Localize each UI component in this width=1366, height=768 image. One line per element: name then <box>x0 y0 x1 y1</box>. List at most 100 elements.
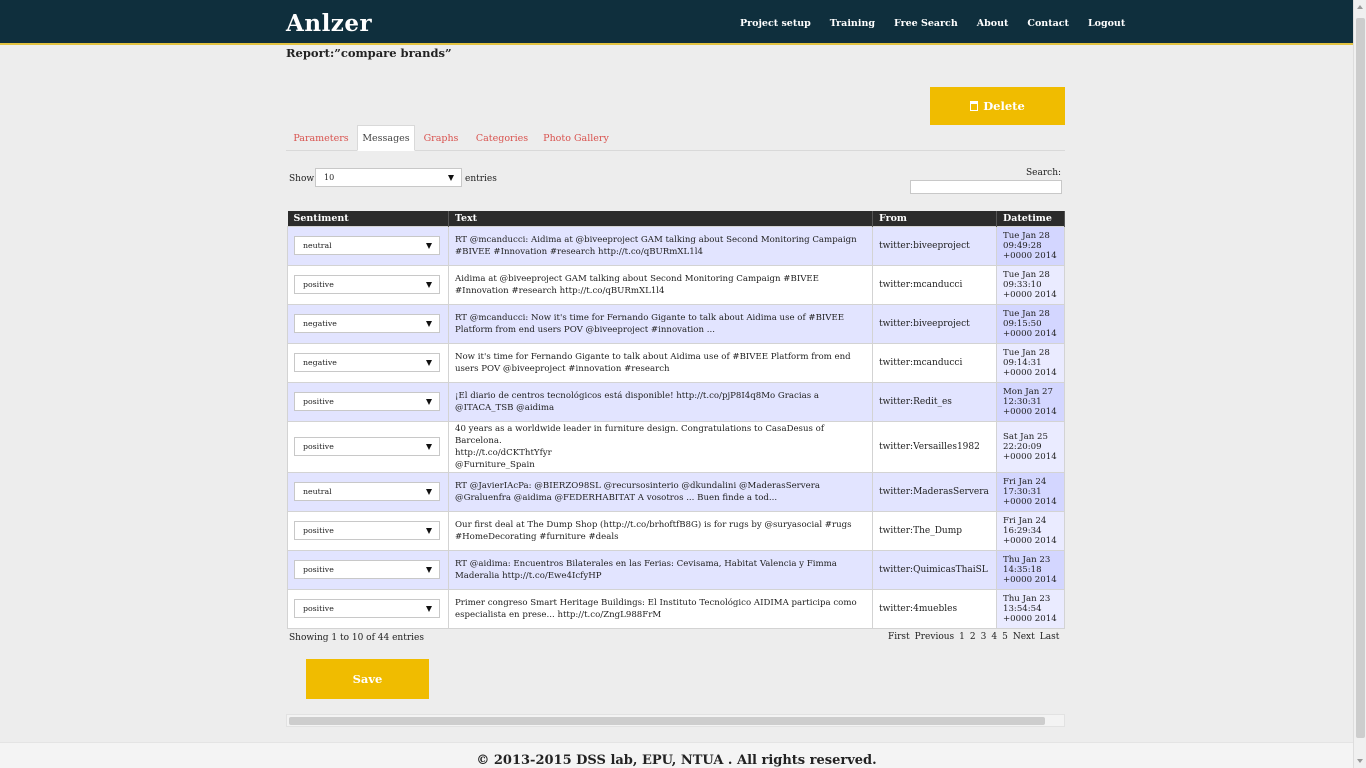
datetime-zone: +0000 2014 <box>1002 535 1057 546</box>
entries-label: entries <box>465 174 497 184</box>
delete-button-label: Delete <box>983 99 1025 113</box>
table-row: negative Now it's time for Fernando Gigan… <box>287 342 1066 383</box>
message-text: 40 years as a worldwide leader in furnit… <box>454 423 824 470</box>
datetime-cell: Tue Jan 28 09:14:31 +0000 2014 <box>995 342 1066 383</box>
scrollbar-thumb[interactable] <box>1356 18 1365 738</box>
message-text: RT @mcanducci: Now it's time for Fernand… <box>454 312 845 335</box>
datetime-zone: +0000 2014 <box>1002 496 1057 507</box>
datetime-cell: Fri Jan 24 16:29:34 +0000 2014 <box>995 510 1066 551</box>
from-cell: twitter:4muebles <box>872 588 997 629</box>
tab-photo-gallery[interactable]: Photo Gallery <box>540 125 612 151</box>
column-header-datetime[interactable]: Datetime <box>996 211 1066 226</box>
message-text: ¡El diario de centros tecnológicos está … <box>454 390 819 413</box>
page-previous[interactable]: Previous <box>915 632 954 642</box>
search-input[interactable] <box>910 180 1062 194</box>
text-cell: Aidima at @biveeproject GAM talking abou… <box>447 264 874 305</box>
sentiment-cell: positive <box>287 549 449 590</box>
datetime-cell: Tue Jan 28 09:15:50 +0000 2014 <box>995 303 1066 344</box>
vertical-scrollbar[interactable] <box>1353 0 1366 768</box>
from-cell: twitter:Versailles1982 <box>872 420 997 473</box>
page-3[interactable]: 3 <box>981 632 987 642</box>
message-text: Primer congreso Smart Heritage Buildings… <box>454 597 857 620</box>
scroll-up-icon[interactable] <box>1357 5 1363 9</box>
text-cell: RT @mcanducci: Aidima at @biveeproject G… <box>447 225 874 266</box>
datetime-zone: +0000 2014 <box>1002 289 1057 300</box>
datetime-cell: Fri Jan 24 17:30:31 +0000 2014 <box>995 471 1066 512</box>
text-cell: 40 years as a worldwide leader in furnit… <box>447 420 874 473</box>
horizontal-scrollbar-thumb[interactable] <box>289 717 1045 725</box>
sentiment-select[interactable]: positive <box>294 392 440 411</box>
sentiment-select[interactable]: neutral <box>294 236 440 255</box>
datetime-date: Thu Jan 23 <box>1002 554 1051 565</box>
column-header-sentiment[interactable]: Sentiment <box>287 211 449 226</box>
trash-icon <box>970 101 979 111</box>
datetime-zone: +0000 2014 <box>1002 451 1057 462</box>
top-navbar: Anlzer Project setup Training Free Searc… <box>0 0 1353 45</box>
column-header-text[interactable]: Text <box>448 211 874 226</box>
from-cell: twitter:QuimicasThaiSL <box>872 549 997 590</box>
sentiment-select[interactable]: negative <box>294 314 440 333</box>
sentiment-select[interactable]: negative <box>294 353 440 372</box>
entries-per-page-select[interactable]: 10 <box>315 168 462 187</box>
text-cell: Primer congreso Smart Heritage Buildings… <box>447 588 874 629</box>
text-cell: ¡El diario de centros tecnológicos está … <box>447 381 874 422</box>
sentiment-select[interactable]: positive <box>294 521 440 540</box>
column-header-from[interactable]: From <box>872 211 997 226</box>
datetime-zone: +0000 2014 <box>1002 574 1057 585</box>
tab-graphs[interactable]: Graphs <box>420 125 462 151</box>
app-logo[interactable]: Anlzer <box>286 10 372 37</box>
nav-training[interactable]: Training <box>830 18 875 29</box>
page-1[interactable]: 1 <box>959 632 965 642</box>
nav-project-setup[interactable]: Project setup <box>740 18 811 29</box>
datetime-date: Sat Jan 25 <box>1002 431 1048 442</box>
datetime-cell: Mon Jan 27 12:30:31 +0000 2014 <box>995 381 1066 422</box>
table-row: neutral RT @JavierIAcPa: @BIERZO98SL @rec… <box>287 471 1066 512</box>
datetime-time: 22:20:09 <box>1002 441 1042 452</box>
sentiment-select[interactable]: positive <box>294 599 440 618</box>
text-cell: Now it's time for Fernando Gigante to ta… <box>447 342 874 383</box>
sentiment-select[interactable]: positive <box>294 560 440 579</box>
sentiment-value: positive <box>303 526 334 535</box>
messages-table: Sentiment Text From Datetime neutral RT @… <box>287 211 1066 629</box>
chevron-down-icon <box>426 528 432 534</box>
message-text: RT @aidima: Encuentros Bilaterales en la… <box>454 558 837 581</box>
page-next[interactable]: Next <box>1013 632 1035 642</box>
page-2[interactable]: 2 <box>970 632 976 642</box>
nav-free-search[interactable]: Free Search <box>894 18 958 29</box>
from-cell: twitter:mcanducci <box>872 264 997 305</box>
datetime-zone: +0000 2014 <box>1002 406 1057 417</box>
sentiment-select[interactable]: positive <box>294 275 440 294</box>
save-button[interactable]: Save <box>306 659 429 699</box>
page-5[interactable]: 5 <box>1002 632 1008 642</box>
delete-button[interactable]: Delete <box>930 87 1065 125</box>
sentiment-cell: positive <box>287 420 449 473</box>
sentiment-cell: positive <box>287 588 449 629</box>
table-row: positive RT @aidima: Encuentros Bilateral… <box>287 549 1066 590</box>
sentiment-value: positive <box>303 604 334 613</box>
datetime-cell: Tue Jan 28 09:33:10 +0000 2014 <box>995 264 1066 305</box>
report-title: Report:”compare brands” <box>286 46 452 60</box>
sentiment-select[interactable]: neutral <box>294 482 440 501</box>
tab-messages[interactable]: Messages <box>357 125 415 151</box>
datetime-time: 16:29:34 <box>1002 525 1042 536</box>
datetime-time: 09:14:31 <box>1002 357 1042 368</box>
from-cell: twitter:biveeproject <box>872 303 997 344</box>
sentiment-select[interactable]: positive <box>294 437 440 456</box>
sentiment-cell: neutral <box>287 471 449 512</box>
datetime-date: Tue Jan 28 <box>1002 269 1050 280</box>
datetime-zone: +0000 2014 <box>1002 613 1057 624</box>
page-first[interactable]: First <box>888 632 910 642</box>
scroll-down-icon[interactable] <box>1357 759 1363 763</box>
datetime-cell: Thu Jan 23 14:35:18 +0000 2014 <box>995 549 1066 590</box>
nav-logout[interactable]: Logout <box>1088 18 1125 29</box>
tab-categories[interactable]: Categories <box>472 125 532 151</box>
datetime-cell: Sat Jan 25 22:20:09 +0000 2014 <box>995 420 1066 473</box>
nav-contact[interactable]: Contact <box>1027 18 1069 29</box>
datetime-time: 13:54:54 <box>1002 603 1042 614</box>
tab-parameters[interactable]: Parameters <box>286 125 356 151</box>
page-4[interactable]: 4 <box>991 632 997 642</box>
page-last[interactable]: Last <box>1040 632 1060 642</box>
nav-about[interactable]: About <box>977 18 1009 29</box>
chevron-down-icon <box>426 444 432 450</box>
horizontal-scrollbar[interactable] <box>286 714 1065 727</box>
